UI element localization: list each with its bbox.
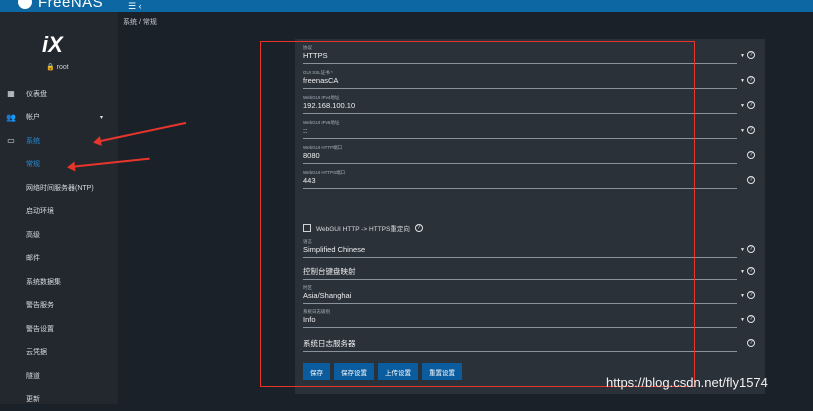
sidebar-item-label: 更新 xyxy=(26,394,40,404)
help-icon[interactable]: ? xyxy=(747,101,755,109)
ix-brand-logo: iX xyxy=(42,32,63,58)
help-icon[interactable]: ? xyxy=(747,76,755,84)
sidebar-item-label: 云凭据 xyxy=(26,347,47,357)
chevron-down-icon: ▾ xyxy=(100,114,103,121)
dropdown-arrow-icon[interactable]: ▼ xyxy=(740,103,745,109)
sidebar-item-label: 启动环境 xyxy=(26,206,54,216)
sidebar-item[interactable]: 👥 帐户 ▾ xyxy=(0,106,118,130)
sidebar-item[interactable]: 更新 xyxy=(0,388,118,411)
sidebar-item-label: 警告设置 xyxy=(26,324,54,334)
help-icon[interactable]: ? xyxy=(747,267,755,275)
dropdown-arrow-icon[interactable]: ▼ xyxy=(740,128,745,134)
sidebar-item-label: 高级 xyxy=(26,230,40,240)
watermark: https://blog.csdn.net/fly1574 xyxy=(606,375,768,390)
app-logo-text: FreeNAS xyxy=(38,0,103,11)
sidebar-item-label: 帐户 xyxy=(26,112,40,122)
sidebar-item-icon: ▭ xyxy=(6,136,16,145)
dropdown-arrow-icon[interactable]: ▼ xyxy=(740,293,745,299)
sidebar-item[interactable]: 警告服务 xyxy=(0,294,118,318)
help-icon[interactable]: ? xyxy=(747,339,755,347)
sidebar-item-icon: ▦ xyxy=(6,89,16,98)
freenas-logo-icon xyxy=(18,0,32,9)
sidebar-item[interactable]: 高级 xyxy=(0,223,118,247)
sidebar-nav: ▦ 仪表盘 👥 帐户 ▾ ▭ 系统常规网络时间服务器(NTP) 启动环境高级邮件系统数据集警告… xyxy=(0,82,118,411)
sidebar-item-label: 常规 xyxy=(26,159,40,169)
sidebar-item[interactable]: 邮件 xyxy=(0,247,118,271)
help-icon[interactable]: ? xyxy=(747,291,755,299)
dropdown-arrow-icon[interactable]: ▼ xyxy=(740,317,745,323)
dropdown-arrow-icon[interactable]: ▼ xyxy=(740,78,745,84)
user-label: 🔒 root xyxy=(46,63,69,71)
help-icon[interactable]: ? xyxy=(747,176,755,184)
sidebar-item[interactable]: ▦ 仪表盘 xyxy=(0,82,118,106)
dropdown-arrow-icon[interactable]: ▼ xyxy=(740,53,745,59)
sidebar-item[interactable]: 网络时间服务器(NTP) xyxy=(0,176,118,200)
sidebar-item-label: 警告服务 xyxy=(26,300,54,310)
sidebar-item[interactable]: 启动环境 xyxy=(0,200,118,224)
sidebar-item-label: 邮件 xyxy=(26,253,40,263)
help-icon[interactable]: ? xyxy=(747,315,755,323)
highlight-box xyxy=(260,41,695,387)
sidebar: iX 🔒 root ▦ 仪表盘 👥 帐户 ▾ ▭ 系统常规网络时间服务器(NTP) 启动环境高… xyxy=(0,12,118,404)
sidebar-item[interactable]: 警告设置 xyxy=(0,317,118,341)
help-icon[interactable]: ? xyxy=(747,245,755,253)
breadcrumb: 系统 / 常规 xyxy=(123,17,157,27)
dropdown-arrow-icon[interactable]: ▼ xyxy=(740,247,745,253)
sidebar-item-label: 系统数据集 xyxy=(26,277,61,287)
sidebar-item[interactable]: 隧道 xyxy=(0,364,118,388)
sidebar-item-label: 网络时间服务器(NTP) xyxy=(26,183,94,193)
help-icon[interactable]: ? xyxy=(747,126,755,134)
help-icon[interactable]: ? xyxy=(747,51,755,59)
sidebar-item-label: 隧道 xyxy=(26,371,40,381)
dropdown-arrow-icon[interactable]: ▼ xyxy=(740,269,745,275)
sidebar-item[interactable]: 云凭据 xyxy=(0,341,118,365)
sidebar-item-icon: 👥 xyxy=(6,113,16,122)
top-bar: FreeNAS ☰ ‹ xyxy=(0,0,813,12)
sidebar-item-label: 系统 xyxy=(26,136,40,146)
sidebar-item-label: 仪表盘 xyxy=(26,89,47,99)
sidebar-item[interactable]: 系统数据集 xyxy=(0,270,118,294)
help-icon[interactable]: ? xyxy=(747,151,755,159)
menu-toggle-icon[interactable]: ☰ ‹ xyxy=(128,1,142,12)
